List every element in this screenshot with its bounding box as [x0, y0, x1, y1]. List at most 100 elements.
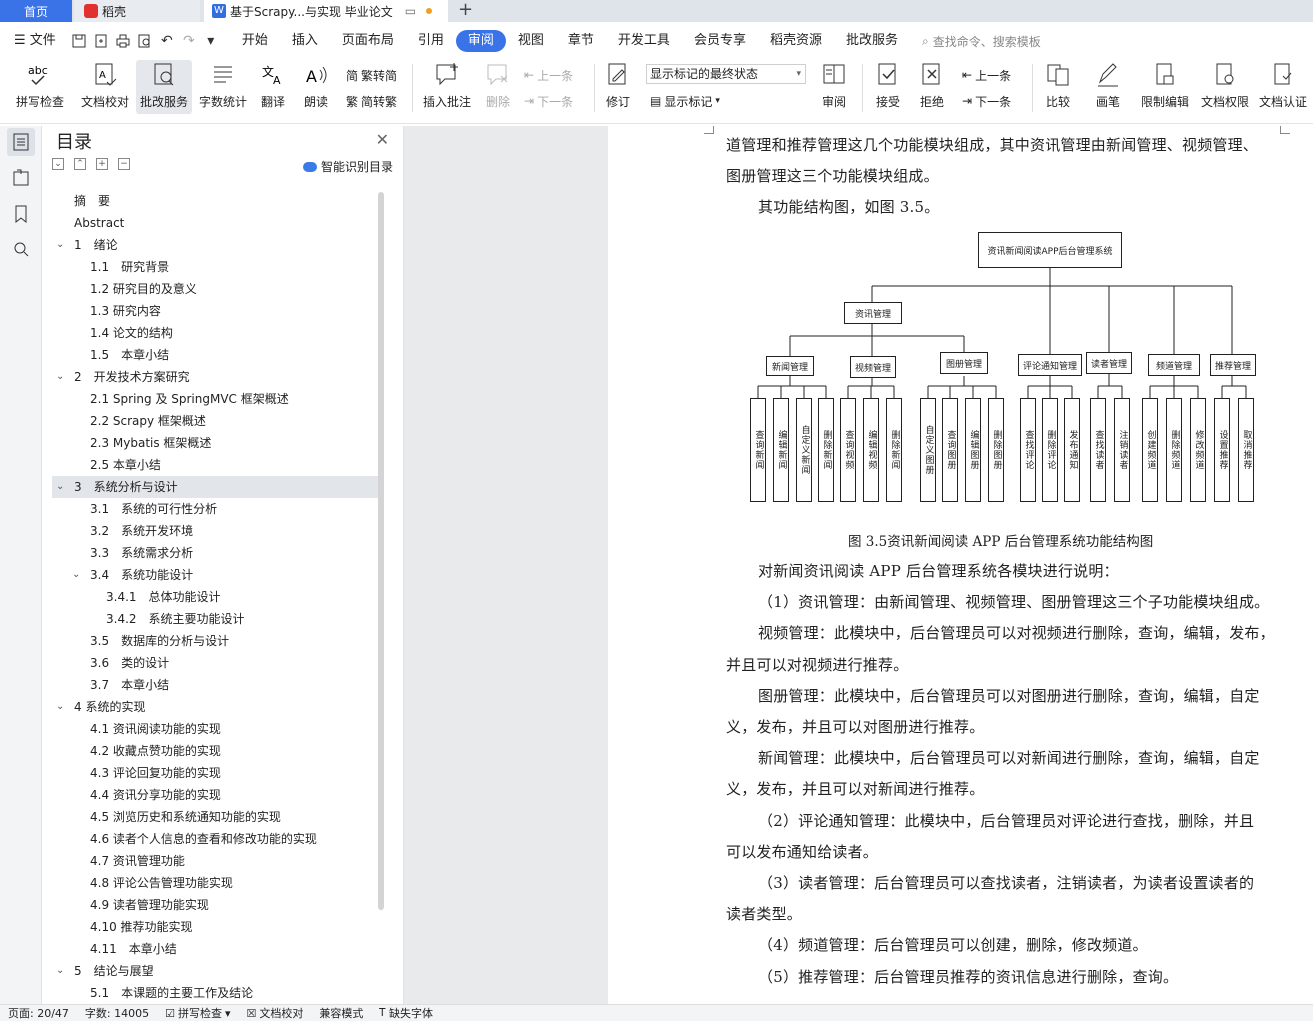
- menu-correction[interactable]: 批改服务: [834, 30, 910, 52]
- menu-daoke-resources[interactable]: 稻壳资源: [758, 30, 834, 52]
- document-page[interactable]: 道管理和推荐管理这几个功能模块组成，其中资讯管理由新闻管理、视频管理、 图册管理…: [608, 126, 1313, 1004]
- toc-item[interactable]: 4.5 浏览历史和系统通知功能的实现: [52, 806, 378, 828]
- toc-item[interactable]: 1.5 本章小结: [52, 344, 378, 366]
- redo-icon[interactable]: ↷: [178, 30, 200, 52]
- reject-button[interactable]: 拒绝: [912, 60, 952, 114]
- menu-view[interactable]: 视图: [506, 30, 556, 52]
- doc-proof-toggle[interactable]: ☒ 文档校对: [239, 1005, 312, 1021]
- doc-proof-button[interactable]: A 文档校对: [76, 60, 134, 114]
- print-preview-icon[interactable]: [134, 30, 156, 52]
- toc-item[interactable]: ⌄ 3 系统分析与设计: [52, 476, 378, 498]
- new-tab-plus-icon[interactable]: +: [458, 0, 473, 20]
- accept-button[interactable]: 接受: [868, 60, 908, 114]
- tab-home[interactable]: 首页: [0, 0, 72, 22]
- word-count-indicator[interactable]: 字数: 14005: [77, 1005, 157, 1021]
- menu-insert[interactable]: 插入: [280, 30, 330, 52]
- missing-font-indicator[interactable]: Ꭲ 缺失字体: [371, 1005, 441, 1021]
- delete-comment-button[interactable]: 删除: [478, 60, 518, 114]
- chevron-down-icon[interactable]: ⌄: [56, 366, 64, 388]
- correction-service-button[interactable]: 批改服务: [136, 60, 192, 114]
- bookmark-icon[interactable]: [7, 200, 35, 228]
- toc-panel-icon[interactable]: [7, 128, 35, 156]
- collapse-all-icon[interactable]: ⌄: [52, 158, 64, 170]
- menu-developer[interactable]: 开发工具: [606, 30, 682, 52]
- file-menu[interactable]: ☰ 文件: [0, 30, 68, 52]
- toc-item[interactable]: 1.3 研究内容: [52, 300, 378, 322]
- restrict-edit-button[interactable]: 限制编辑: [1138, 60, 1192, 114]
- compare-button[interactable]: 比较: [1038, 60, 1078, 114]
- toc-item[interactable]: 3.2 系统开发环境: [52, 520, 378, 542]
- toc-item[interactable]: ⌄ 5 结论与展望: [52, 960, 378, 982]
- chevron-down-icon[interactable]: ⌄: [56, 960, 64, 982]
- tab-document[interactable]: W 基于Scrapy...与实现 毕业论文 ▭: [204, 0, 448, 22]
- toc-item[interactable]: 4.1 资讯阅读功能的实现: [52, 718, 378, 740]
- toc-item[interactable]: 3.6 类的设计: [52, 652, 378, 674]
- review-pane-button[interactable]: 审阅: [814, 60, 854, 114]
- chevron-down-icon[interactable]: ⌄: [56, 476, 64, 498]
- menu-section[interactable]: 章节: [556, 30, 606, 52]
- toc-item[interactable]: 2.3 Mybatis 框架概述: [52, 432, 378, 454]
- page-indicator[interactable]: 页面: 20/47: [0, 1005, 77, 1021]
- command-search[interactable]: ⌕ 查找命令、搜索模板: [922, 33, 1041, 50]
- toc-item[interactable]: 4.6 读者个人信息的查看和修改功能的实现: [52, 828, 378, 850]
- more-icon[interactable]: ▾: [200, 30, 222, 52]
- search-icon[interactable]: [7, 236, 35, 264]
- toc-item[interactable]: 4.11 本章小结: [52, 938, 378, 960]
- toc-item[interactable]: 4.9 读者管理功能实现: [52, 894, 378, 916]
- expand-up-icon[interactable]: ⌃: [74, 158, 86, 170]
- chevron-down-icon[interactable]: ⌄: [72, 564, 80, 586]
- show-markup-button[interactable]: ▤ 显示标记 ▾: [650, 90, 720, 112]
- menu-references[interactable]: 引用: [406, 30, 456, 52]
- menu-member[interactable]: 会员专享: [682, 30, 758, 52]
- toc-item[interactable]: 3.5 数据库的分析与设计: [52, 630, 378, 652]
- save-icon[interactable]: [68, 30, 90, 52]
- translate-button[interactable]: 文A 翻译: [252, 60, 294, 114]
- toc-item[interactable]: ⌄ 1 绪论: [52, 234, 378, 256]
- menu-start[interactable]: 开始: [230, 30, 280, 52]
- toc-scrollbar[interactable]: [378, 192, 384, 910]
- doc-cert-button[interactable]: 文档认证: [1256, 60, 1310, 114]
- chapter-nav-icon[interactable]: [7, 164, 35, 192]
- close-icon[interactable]: ✕: [376, 130, 389, 149]
- doc-permission-button[interactable]: 文档权限: [1198, 60, 1252, 114]
- toc-item[interactable]: 4.7 资讯管理功能: [52, 850, 378, 872]
- prev-change-button[interactable]: ⇤ 上一条: [962, 64, 1011, 86]
- undo-icon[interactable]: ↶: [156, 30, 178, 52]
- ink-button[interactable]: 画笔: [1088, 60, 1128, 114]
- toc-item[interactable]: 4.2 收藏点赞功能的实现: [52, 740, 378, 762]
- menu-review[interactable]: 审阅: [455, 30, 506, 52]
- spell-check-toggle[interactable]: ☑ 拼写检查 ▾: [157, 1005, 238, 1021]
- smart-toc-button[interactable]: 智能识别目录: [302, 158, 393, 175]
- toc-item[interactable]: 4.8 评论公告管理功能实现: [52, 872, 378, 894]
- window-icon[interactable]: ▭: [405, 4, 416, 18]
- toc-item[interactable]: Abstract: [52, 212, 378, 234]
- menu-page-layout[interactable]: 页面布局: [330, 30, 406, 52]
- spell-check-button[interactable]: abc 拼写检查: [8, 60, 72, 114]
- remove-heading-icon[interactable]: −: [118, 158, 130, 170]
- next-comment-button[interactable]: ⇥ 下一条: [524, 90, 573, 112]
- toc-item[interactable]: 4.10 推荐功能实现: [52, 916, 378, 938]
- revise-button[interactable]: 修订: [598, 60, 638, 114]
- add-heading-icon[interactable]: +: [96, 158, 108, 170]
- toc-item[interactable]: 1.4 论文的结构: [52, 322, 378, 344]
- toc-item[interactable]: 2.1 Spring 及 SpringMVC 框架概述: [52, 388, 378, 410]
- toc-item[interactable]: ⌄ 2 开发技术方案研究: [52, 366, 378, 388]
- toc-item[interactable]: 摘 要: [52, 190, 378, 212]
- toc-item[interactable]: 3.4.2 系统主要功能设计: [52, 608, 378, 630]
- tab-daoke[interactable]: 稻壳: [74, 0, 200, 22]
- toc-item[interactable]: ⌄ 4 系统的实现: [52, 696, 378, 718]
- toc-item[interactable]: 1.1 研究背景: [52, 256, 378, 278]
- toc-item[interactable]: 3.7 本章小结: [52, 674, 378, 696]
- toc-item[interactable]: 5.1 本课题的主要工作及结论: [52, 982, 378, 1002]
- read-aloud-button[interactable]: A 朗读: [298, 60, 334, 114]
- toc-item[interactable]: 4.3 评论回复功能的实现: [52, 762, 378, 784]
- toc-item[interactable]: 2.2 Scrapy 框架概述: [52, 410, 378, 432]
- toc-item[interactable]: 4.4 资讯分享功能的实现: [52, 784, 378, 806]
- simp-to-trad-button[interactable]: 繁简转繁: [346, 90, 397, 112]
- toc-item[interactable]: 2.5 本章小结: [52, 454, 378, 476]
- next-change-button[interactable]: ⇥ 下一条: [962, 90, 1011, 112]
- export-icon[interactable]: [90, 30, 112, 52]
- prev-comment-button[interactable]: ⇤ 上一条: [524, 64, 573, 86]
- print-icon[interactable]: [112, 30, 134, 52]
- chevron-down-icon[interactable]: ⌄: [56, 234, 64, 256]
